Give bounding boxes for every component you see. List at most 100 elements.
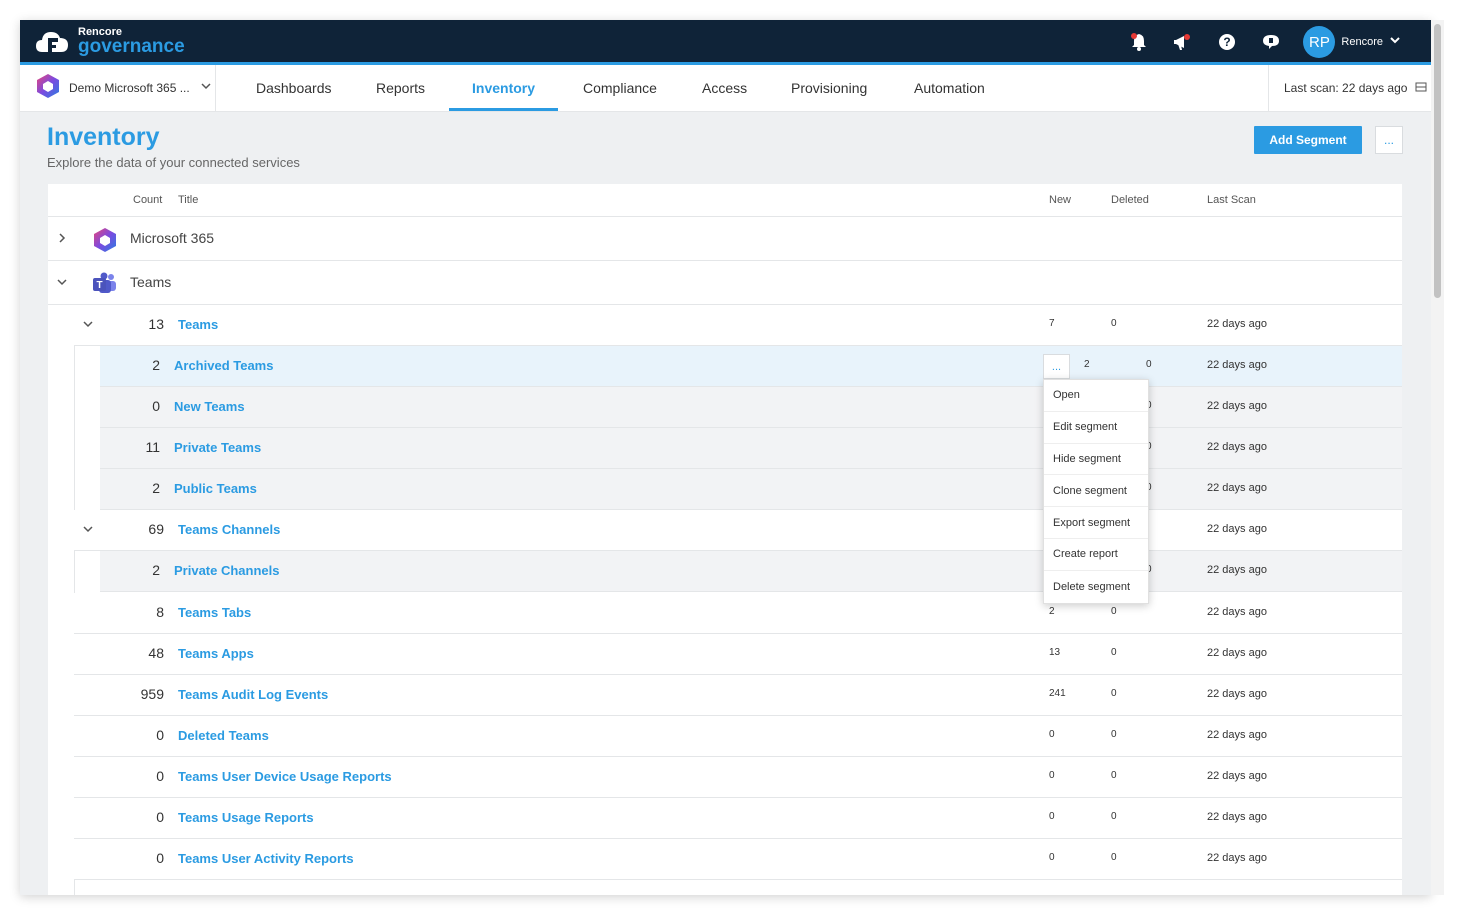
row-last-scan: 22 days ago [1207, 606, 1267, 618]
table-row[interactable]: 0 New Teams 0 22 days ago [100, 387, 1402, 428]
logo-product: governance [78, 35, 185, 57]
scan-icon[interactable] [1415, 81, 1427, 96]
row-last-scan: 22 days ago [1207, 770, 1267, 782]
menu-item-edit-segment[interactable]: Edit segment [1044, 412, 1148, 444]
row-count: 0 [156, 809, 164, 825]
table-row[interactable]: 2 Private Channels 0 22 days ago [100, 551, 1402, 592]
table-row[interactable]: 11 Private Teams 0 22 days ago [100, 428, 1402, 469]
group-row-teams[interactable]: T Teams [48, 261, 1402, 305]
table-row[interactable]: 0 Teams Usage Reports 0 0 22 days ago [74, 798, 1402, 839]
top-bar: Rencore governance ? RP Rencore [20, 20, 1431, 65]
add-segment-button[interactable]: Add Segment [1254, 126, 1362, 154]
row-title[interactable]: Teams User Activity Reports [178, 851, 354, 866]
row-count: 2 [152, 480, 160, 496]
feedback-icon[interactable] [1259, 30, 1283, 54]
row-title[interactable]: Teams Apps [178, 646, 254, 661]
menu-item-create-report[interactable]: Create report [1044, 539, 1148, 571]
scrollbar-thumb[interactable] [1434, 24, 1441, 298]
table-row[interactable]: 69 Teams Channels 22 days ago [74, 510, 1402, 551]
row-title[interactable]: New Teams [174, 399, 245, 414]
app-window: Rencore governance ? RP Rencore Demo Mic… [20, 20, 1431, 895]
chevron-down-icon[interactable] [82, 317, 94, 335]
row-title[interactable]: Deleted Teams [178, 728, 269, 743]
table-row[interactable]: 13 Teams 7 0 22 days ago [74, 305, 1402, 346]
row-deleted: 0 [1111, 729, 1117, 740]
app-logo[interactable]: Rencore governance [34, 26, 185, 56]
row-more-button[interactable]: ... [1043, 354, 1070, 379]
chevron-down-icon[interactable] [56, 275, 68, 293]
megaphone-icon[interactable] [1171, 30, 1195, 54]
row-title[interactable]: Archived Teams [174, 358, 273, 373]
row-title[interactable]: Teams Tabs [178, 605, 251, 620]
row-title[interactable]: Teams [178, 317, 218, 332]
chevron-down-icon[interactable] [200, 79, 212, 97]
row-context-menu: Open Edit segment Hide segment Clone seg… [1043, 379, 1149, 604]
page-scrollbar[interactable] [1431, 20, 1444, 895]
m365-icon [35, 73, 61, 104]
row-count: 11 [145, 439, 160, 455]
menu-item-clone-segment[interactable]: Clone segment [1044, 475, 1148, 508]
tab-compliance[interactable]: Compliance [583, 65, 657, 111]
tab-access[interactable]: Access [702, 65, 747, 111]
menu-item-delete-segment[interactable]: Delete segment [1044, 571, 1148, 603]
menu-item-export-segment[interactable]: Export segment [1044, 507, 1148, 539]
row-deleted: 0 [1111, 688, 1117, 699]
table-row[interactable]: 0 Deleted Teams 0 0 22 days ago [74, 716, 1402, 757]
row-title[interactable]: Private Channels [174, 563, 280, 578]
row-last-scan: 22 days ago [1207, 811, 1267, 823]
row-last-scan: 22 days ago [1207, 318, 1267, 330]
row-new: 13 [1049, 647, 1061, 658]
header-new: New [1049, 194, 1072, 206]
row-title[interactable]: Public Teams [174, 481, 257, 496]
table-row[interactable]: 2 Archived Teams ... 2 0 22 days ago [100, 346, 1402, 387]
header-deleted: Deleted [1111, 194, 1149, 206]
inventory-table: Count Title New Deleted Last Scan Micros… [48, 184, 1402, 895]
row-title[interactable]: Teams Channels [178, 522, 280, 537]
table-row[interactable]: 8 Teams Tabs 2 0 22 days ago [74, 593, 1402, 634]
user-name[interactable]: Rencore [1341, 36, 1383, 48]
bell-icon[interactable] [1127, 30, 1151, 54]
row-new: 0 [1049, 852, 1055, 863]
group-title: Teams [130, 274, 172, 290]
tenant-selector[interactable]: Demo Microsoft 365 ... [20, 65, 216, 111]
tab-reports[interactable]: Reports [376, 65, 425, 111]
tab-automation[interactable]: Automation [914, 65, 985, 111]
tab-inventory[interactable]: Inventory [448, 65, 559, 111]
menu-item-hide-segment[interactable]: Hide segment [1044, 444, 1148, 476]
row-new: 2 [1084, 359, 1090, 370]
user-avatar[interactable]: RP [1303, 26, 1336, 58]
chevron-right-icon[interactable] [56, 231, 68, 249]
table-row[interactable]: 0 Teams User Activity Reports 0 0 22 day… [74, 839, 1402, 880]
group-row-m365[interactable]: Microsoft 365 [48, 217, 1402, 261]
tab-provisioning[interactable]: Provisioning [791, 65, 867, 111]
row-last-scan: 22 days ago [1207, 647, 1267, 659]
row-last-scan: 22 days ago [1207, 400, 1267, 412]
row-deleted: 0 [1111, 770, 1117, 781]
table-row[interactable]: 0 Teams User Device Usage Reports 0 0 22… [74, 757, 1402, 798]
row-title[interactable]: Teams Audit Log Events [178, 687, 328, 702]
row-deleted: 0 [1111, 606, 1117, 617]
main-nav: Demo Microsoft 365 ... Dashboards Report… [20, 65, 1431, 112]
row-deleted: 0 [1111, 318, 1117, 329]
row-count: 8 [156, 604, 164, 620]
row-count: 0 [152, 398, 160, 414]
svg-text:?: ? [1224, 35, 1231, 49]
tenant-name: Demo Microsoft 365 ... [69, 81, 190, 95]
table-row[interactable]: 959 Teams Audit Log Events 241 0 22 days… [74, 675, 1402, 716]
row-count: 959 [140, 686, 164, 702]
help-icon[interactable]: ? [1215, 30, 1239, 54]
row-last-scan: 22 days ago [1207, 482, 1267, 494]
row-count: 0 [156, 727, 164, 743]
table-row[interactable]: 48 Teams Apps 13 0 22 days ago [74, 634, 1402, 675]
table-row[interactable]: 2 Public Teams 0 22 days ago [100, 469, 1402, 510]
menu-item-open[interactable]: Open [1044, 380, 1148, 412]
row-title[interactable]: Teams User Device Usage Reports [178, 769, 392, 784]
chevron-down-icon[interactable] [1389, 33, 1401, 51]
row-title[interactable]: Teams Usage Reports [178, 810, 314, 825]
group-title: Microsoft 365 [130, 230, 215, 246]
chevron-down-icon[interactable] [82, 522, 94, 540]
page-more-button[interactable]: ... [1375, 126, 1403, 154]
tab-dashboards[interactable]: Dashboards [256, 65, 332, 111]
row-title[interactable]: Private Teams [174, 440, 261, 455]
row-count: 2 [152, 562, 160, 578]
